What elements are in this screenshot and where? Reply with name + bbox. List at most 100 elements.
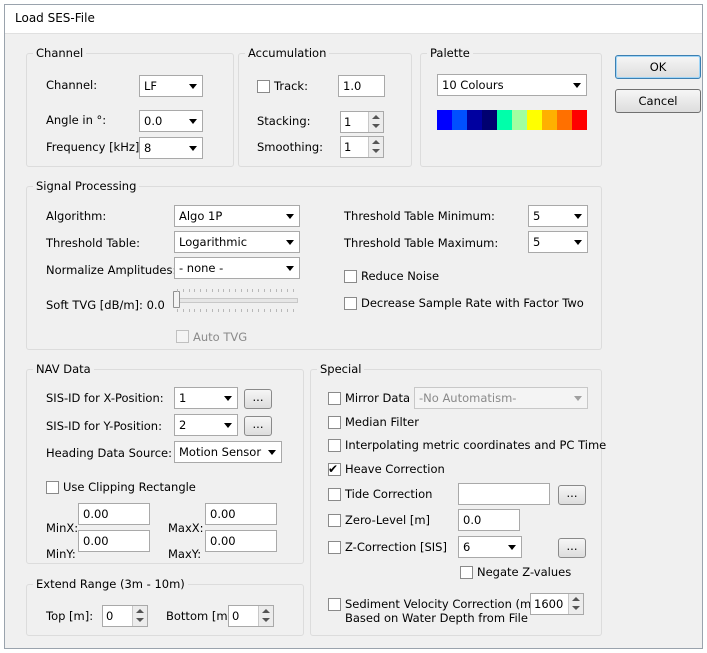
tide-correction-checkbox[interactable] — [328, 488, 341, 501]
mirror-data-select-value: -No Automatism- — [419, 391, 517, 405]
chevron-down-icon — [268, 450, 276, 455]
threshold-maximum-select[interactable]: 5 — [528, 231, 588, 253]
slider-thumb[interactable] — [173, 291, 180, 308]
frequency-select-value: 8 — [144, 141, 152, 155]
zero-level-checkbox[interactable] — [328, 514, 341, 527]
chevron-down-icon — [508, 545, 516, 550]
tide-correction-field[interactable] — [458, 483, 550, 505]
soft-tvg-slider[interactable] — [172, 285, 300, 315]
mirror-data-checkbox[interactable] — [328, 392, 341, 405]
algorithm-select-value: Algo 1P — [179, 209, 223, 223]
clipping-rectangle-checkbox[interactable] — [46, 481, 59, 494]
tide-browse-button[interactable]: ... — [558, 485, 586, 505]
z-correction-select-value: 6 — [463, 540, 471, 554]
sediment-velocity-checkbox[interactable] — [328, 598, 341, 611]
sis-y-select[interactable]: 2 — [174, 414, 238, 436]
stepper-buttons[interactable] — [258, 606, 273, 626]
angle-select[interactable]: 0.0 — [139, 110, 203, 132]
slider-tick — [258, 289, 260, 292]
sis-x-browse-button[interactable]: ... — [244, 389, 272, 409]
stepper-buttons[interactable] — [368, 112, 383, 132]
z-correction-checkbox[interactable] — [328, 541, 341, 554]
min-x-field[interactable]: 0.00 — [78, 503, 150, 525]
channel-select[interactable]: LF — [139, 75, 203, 97]
threshold-table-select[interactable]: Logarithmic — [174, 231, 300, 253]
sis-y-browse-button[interactable]: ... — [244, 416, 272, 436]
threshold-minimum-select[interactable]: 5 — [528, 205, 588, 227]
max-y-field[interactable]: 0.00 — [205, 530, 277, 552]
chevron-down-icon — [574, 214, 582, 219]
frequency-select[interactable]: 8 — [139, 137, 203, 159]
track-label: Track: — [274, 79, 308, 93]
stepper-buttons[interactable] — [132, 606, 147, 626]
stacking-label: Stacking: — [257, 114, 311, 128]
arrow-down-icon — [262, 618, 270, 622]
stepper-buttons[interactable] — [368, 137, 383, 157]
heading-source-select[interactable]: Motion Sensor — [174, 441, 282, 463]
slider-tick — [293, 289, 294, 292]
slider-tick — [188, 289, 190, 292]
slider-tick — [182, 309, 184, 312]
z-correction-browse-button[interactable]: ... — [558, 538, 586, 558]
checkmark-icon: ✔ — [328, 462, 339, 476]
max-y-value: 0.00 — [210, 534, 236, 548]
slider-tick — [211, 289, 213, 292]
max-x-value: 0.00 — [210, 507, 236, 521]
median-filter-label: Median Filter — [345, 415, 419, 429]
palette-select[interactable]: 10 Colours — [437, 74, 587, 96]
palette-preview — [437, 110, 587, 130]
arrow-up-icon — [372, 140, 380, 144]
top-label: Top [m]: — [46, 609, 94, 623]
track-field[interactable]: 1.0 — [338, 75, 385, 97]
mirror-data-label: Mirror Data — [345, 391, 410, 405]
palette-swatch-4 — [482, 110, 497, 130]
channel-select-value: LF — [144, 79, 158, 93]
zero-level-field[interactable]: 0.0 — [458, 509, 520, 531]
decrease-sample-rate-label: Decrease Sample Rate with Factor Two — [361, 296, 584, 310]
heave-correction-checkbox[interactable]: ✔ — [328, 462, 341, 476]
stepper-buttons[interactable] — [568, 594, 583, 614]
slider-tick — [217, 309, 219, 312]
min-y-label: MinY: — [46, 547, 76, 561]
palette-swatch-5 — [497, 110, 512, 130]
special-legend: Special — [317, 362, 365, 376]
bottom-stepper[interactable]: 0 — [228, 605, 274, 627]
cancel-button[interactable]: Cancel — [615, 89, 701, 113]
arrow-down-icon — [572, 606, 580, 610]
reduce-noise-checkbox[interactable] — [344, 270, 357, 283]
chevron-down-icon — [189, 119, 197, 124]
z-correction-select[interactable]: 6 — [458, 536, 522, 558]
auto-tvg-checkbox[interactable] — [176, 330, 189, 343]
min-y-field[interactable]: 0.00 — [78, 530, 150, 552]
stacking-stepper[interactable]: 1 — [340, 111, 384, 133]
slider-tick — [229, 309, 231, 312]
threshold-maximum-label: Threshold Table Maximum: — [344, 236, 499, 250]
slider-track — [174, 298, 298, 303]
smoothing-stepper[interactable]: 1 — [340, 136, 384, 158]
slider-tick — [275, 289, 277, 292]
slider-tick — [235, 309, 236, 312]
ok-button[interactable]: OK — [615, 55, 701, 79]
heave-correction-label: Heave Correction — [345, 462, 445, 476]
track-checkbox[interactable] — [257, 80, 270, 93]
window-title: Load SES-File — [15, 11, 95, 25]
negate-z-values-checkbox[interactable] — [460, 566, 473, 579]
slider-tick — [287, 309, 289, 312]
sis-x-select[interactable]: 1 — [174, 387, 238, 409]
slider-tick — [206, 289, 207, 292]
chevron-down-icon — [286, 266, 294, 271]
median-filter-checkbox[interactable] — [328, 416, 341, 429]
slider-tick — [246, 289, 248, 292]
max-x-field[interactable]: 0.00 — [205, 503, 277, 525]
normalize-amplitudes-select[interactable]: - none - — [174, 257, 300, 279]
slider-tick — [200, 309, 202, 312]
interpolating-coordinates-checkbox[interactable] — [328, 439, 341, 452]
sediment-velocity-stepper[interactable]: 1600 — [530, 593, 584, 615]
mirror-data-select[interactable]: -No Automatism- — [414, 387, 588, 409]
frequency-label: Frequency [kHz]: — [46, 140, 144, 154]
decrease-sample-rate-checkbox[interactable] — [344, 297, 357, 310]
slider-tick — [194, 289, 196, 292]
top-stepper[interactable]: 0 — [102, 605, 148, 627]
chevron-down-icon — [286, 214, 294, 219]
algorithm-select[interactable]: Algo 1P — [174, 205, 300, 227]
